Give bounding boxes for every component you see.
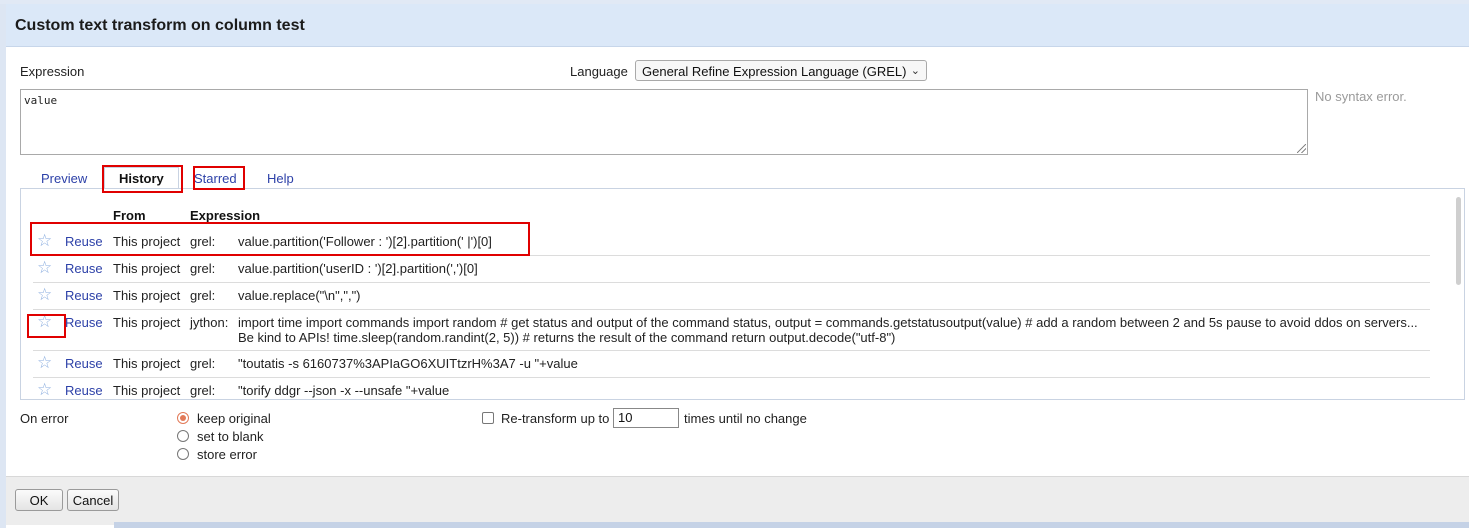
expression-input[interactable]: value	[20, 89, 1308, 155]
radio-label: set to blank	[197, 429, 264, 444]
tab-preview[interactable]: Preview	[41, 171, 87, 186]
history-expression: "torify ddgr --json -x --unsafe "+value	[238, 383, 450, 398]
history-from: This project	[113, 288, 181, 303]
history-row: ☆ Reuse This project grel: value.replace…	[33, 282, 1430, 310]
tab-starred[interactable]: Starred	[194, 171, 237, 186]
history-from: This project	[113, 383, 181, 398]
reuse-link[interactable]: Reuse	[65, 315, 103, 330]
expression-text: value	[24, 94, 58, 107]
history-row: ☆ Reuse This project jython: import time…	[33, 309, 1430, 351]
history-expression: "toutatis -s 6160737%3APIaGO6XUITtzrH%3A…	[238, 356, 578, 371]
retransform-suffix: times until no change	[684, 411, 807, 426]
history-from: This project	[113, 261, 181, 276]
radio-label: keep original	[197, 411, 271, 426]
tab-history[interactable]: History	[104, 167, 179, 190]
ok-button[interactable]: OK	[15, 489, 63, 511]
star-icon[interactable]: ☆	[37, 313, 52, 330]
history-expression: value.partition('userID : ')[2].partitio…	[238, 261, 478, 276]
history-expression: import time import commands import rando…	[238, 315, 1418, 345]
dialog-title: Custom text transform on column test	[15, 17, 305, 34]
on-error-label: On error	[20, 411, 69, 426]
star-icon[interactable]: ☆	[37, 381, 52, 398]
history-row: ☆ Reuse This project grel: "torify ddgr …	[33, 377, 1430, 399]
history-from: This project	[113, 234, 181, 249]
dialog-header: Custom text transform on column test	[6, 4, 1469, 47]
syntax-status: No syntax error.	[1315, 89, 1407, 104]
reuse-link[interactable]: Reuse	[65, 288, 103, 303]
history-row: ☆ Reuse This project grel: value.partiti…	[33, 228, 1430, 256]
resize-grip-icon[interactable]	[1297, 144, 1306, 153]
history-scrollbar[interactable]	[1456, 197, 1461, 285]
history-from: This project	[113, 315, 181, 330]
language-select[interactable]: General Refine Expression Language (GREL…	[635, 60, 927, 81]
history-row: ☆ Reuse This project grel: value.partiti…	[33, 255, 1430, 283]
history-from: This project	[113, 356, 181, 371]
history-row: ☆ Reuse This project grel: "toutatis -s …	[33, 350, 1430, 378]
history-expression: value.replace("\n",",")	[238, 288, 361, 303]
reuse-link[interactable]: Reuse	[65, 261, 103, 276]
star-icon[interactable]: ☆	[37, 232, 52, 249]
tab-help[interactable]: Help	[267, 171, 294, 186]
retransform-checkbox[interactable]	[482, 412, 494, 424]
history-lang: grel:	[190, 356, 216, 371]
reuse-link[interactable]: Reuse	[65, 356, 103, 371]
language-select-value: General Refine Expression Language (GREL…	[642, 64, 907, 79]
history-expression: value.partition('Follower : ')[2].partit…	[238, 234, 492, 249]
bottom-strip	[114, 522, 1469, 528]
history-lang: grel:	[190, 288, 216, 303]
column-header-from: From	[113, 208, 146, 223]
radio-store-error[interactable]	[177, 448, 189, 460]
dialog-footer: OK Cancel	[6, 476, 1469, 525]
retransform-count-value: 10	[618, 410, 633, 425]
chevron-down-icon: ⌄	[910, 65, 920, 77]
history-panel: From Expression ☆ Reuse This project gre…	[20, 188, 1465, 400]
star-icon[interactable]: ☆	[37, 259, 52, 276]
transform-dialog: Custom text transform on column test Exp…	[6, 4, 1469, 525]
history-lang: grel:	[190, 261, 216, 276]
radio-keep-original[interactable]	[177, 412, 189, 424]
language-label: Language	[570, 64, 628, 79]
expression-label: Expression	[20, 64, 85, 79]
column-header-expression: Expression	[190, 208, 261, 223]
retransform-count-input[interactable]: 10	[613, 408, 679, 428]
history-lang: jython:	[190, 315, 229, 330]
star-icon[interactable]: ☆	[37, 354, 52, 371]
retransform-label: Re-transform up to	[501, 411, 610, 426]
radio-label: store error	[197, 447, 257, 462]
cancel-button[interactable]: Cancel	[67, 489, 119, 511]
star-icon[interactable]: ☆	[37, 286, 52, 303]
history-lang: grel:	[190, 383, 216, 398]
radio-set-to-blank[interactable]	[177, 430, 189, 442]
reuse-link[interactable]: Reuse	[65, 383, 103, 398]
reuse-link[interactable]: Reuse	[65, 234, 103, 249]
history-lang: grel:	[190, 234, 216, 249]
